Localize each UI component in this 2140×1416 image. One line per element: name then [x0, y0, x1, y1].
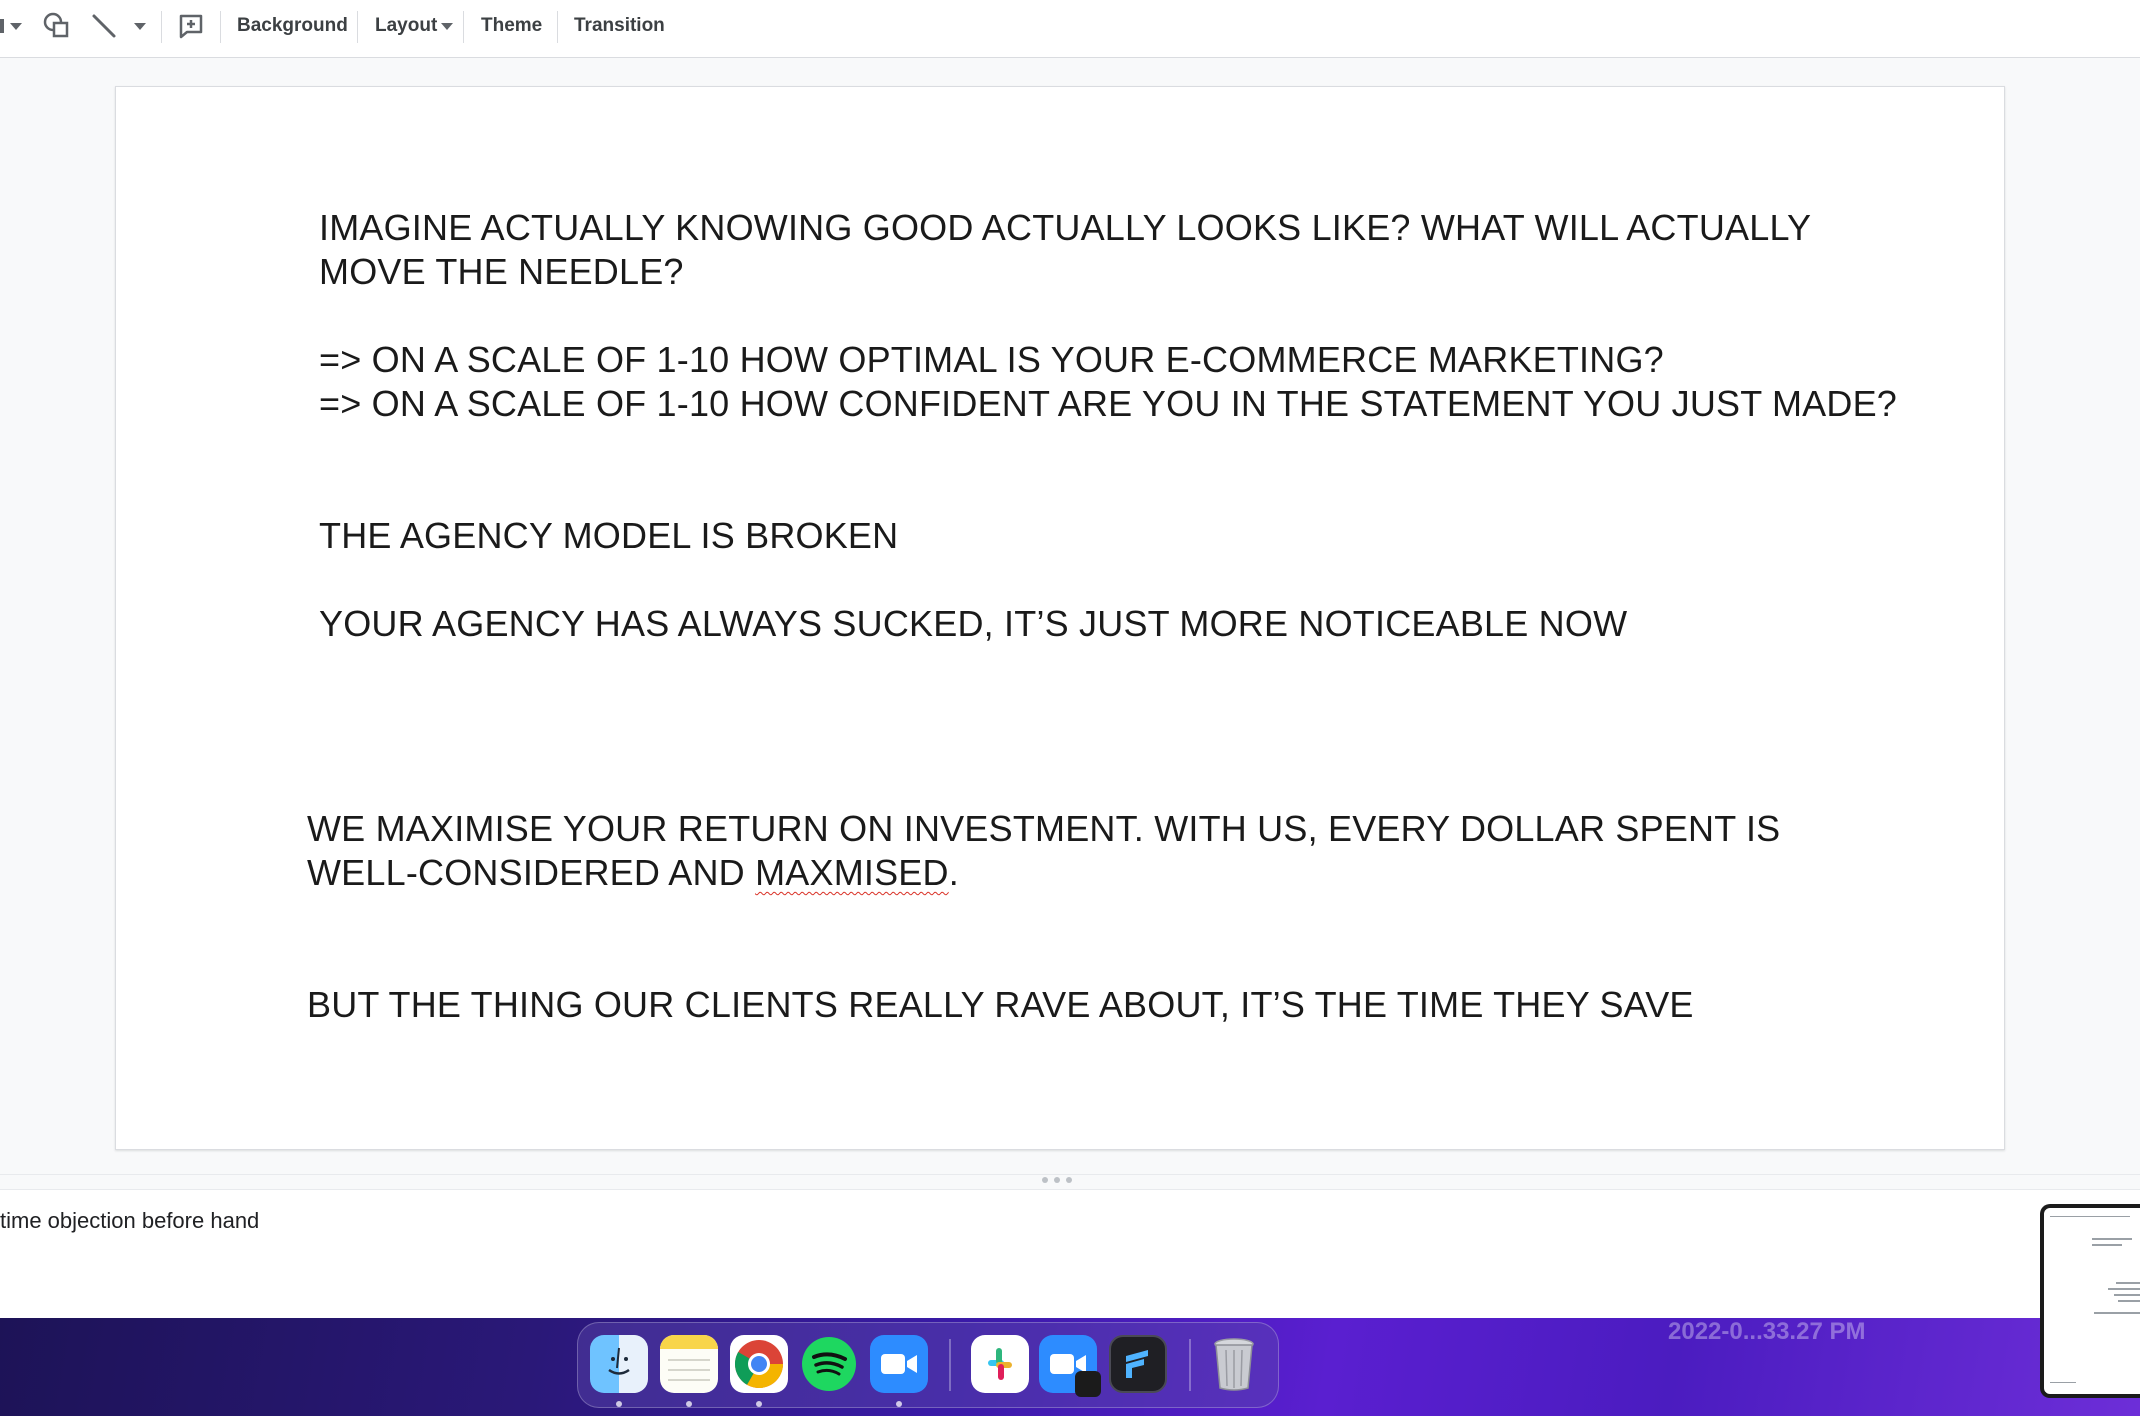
drag-handle-icon[interactable]: [1042, 1177, 1072, 1183]
toolbar-divider: [357, 11, 358, 43]
slide-text-line: IMAGINE ACTUALLY KNOWING GOOD ACTUALLY L…: [319, 207, 1812, 248]
slide-text-segment: WELL-CONSIDERED AND: [307, 852, 756, 893]
chrome-icon[interactable]: [730, 1335, 788, 1393]
transition-label: Transition: [574, 15, 665, 36]
slide-text-line: WELL-CONSIDERED AND MAXMISED.: [307, 851, 1957, 895]
screenshot-thumbnail[interactable]: [2040, 1204, 2140, 1398]
slide-text-line: WE MAXIMISE YOUR RETURN ON INVESTMENT. W…: [307, 808, 1781, 849]
dock-separator: [1189, 1339, 1191, 1391]
slide-text-line: => ON A SCALE OF 1-10 HOW CONFIDENT ARE …: [319, 383, 1898, 424]
finder-face-icon: [608, 1347, 630, 1375]
slide-text-line: YOUR AGENCY HAS ALWAYS SUCKED, IT’S JUST…: [319, 603, 1628, 644]
presenter-icon[interactable]: [1109, 1335, 1167, 1393]
speaker-notes-panel[interactable]: time objection before hand: [0, 1190, 2140, 1318]
slide-textbox-2[interactable]: WE MAXIMISE YOUR RETURN ON INVESTMENT. W…: [307, 807, 1957, 1027]
transition-button[interactable]: Transition: [574, 0, 665, 52]
running-indicator: [686, 1401, 692, 1407]
running-indicator: [896, 1401, 902, 1407]
running-indicator: [756, 1401, 762, 1407]
slides-toolbar: Background Layout Theme Transition: [0, 0, 2140, 58]
shape-tool-button[interactable]: [42, 0, 72, 52]
slide[interactable]: IMAGINE ACTUALLY KNOWING GOOD ACTUALLY L…: [115, 86, 2005, 1150]
background-button[interactable]: Background: [237, 0, 348, 52]
layout-button[interactable]: Layout: [375, 0, 454, 52]
video-camera-icon: [881, 1354, 917, 1374]
slide-text-line: => ON A SCALE OF 1-10 HOW OPTIMAL IS YOU…: [319, 339, 1664, 380]
theme-button[interactable]: Theme: [481, 0, 542, 52]
dock-separator: [949, 1339, 951, 1391]
add-comment-button[interactable]: [177, 0, 205, 52]
finder-icon[interactable]: [590, 1335, 648, 1393]
add-comment-icon: [179, 14, 203, 39]
dock: [577, 1322, 1279, 1408]
spotify-icon[interactable]: [800, 1335, 858, 1393]
trash-can-icon: [1214, 1338, 1254, 1391]
toolbar-divider: [161, 11, 162, 43]
layout-label: Layout: [375, 15, 438, 36]
presenter-logo-icon: [1126, 1350, 1148, 1378]
chevron-down-icon: [441, 22, 454, 30]
theme-label: Theme: [481, 15, 543, 36]
spotify-logo-icon: [802, 1337, 856, 1391]
toolbar-divider: [463, 11, 464, 43]
misspelled-word[interactable]: MAXMISED: [755, 852, 949, 893]
background-label: Background: [237, 15, 348, 36]
slide-text-segment: .: [948, 852, 959, 893]
shape-icon: [43, 12, 69, 38]
speaker-notes-text[interactable]: time objection before hand: [0, 1208, 259, 1234]
line-icon: [92, 14, 116, 38]
slide-text-line: THE AGENCY MODEL IS BROKEN: [319, 515, 899, 556]
line-options-dropdown[interactable]: [134, 0, 146, 52]
trash-icon[interactable]: [1205, 1335, 1263, 1393]
share-badge-icon: [1075, 1371, 1101, 1397]
chrome-logo-icon: [734, 1340, 783, 1389]
screenshot-file-label[interactable]: 2022-0...33.27 PM: [1668, 1318, 1865, 1346]
slide-text-line: BUT THE THING OUR CLIENTS REALLY RAVE AB…: [307, 984, 1694, 1025]
slide-textbox-1[interactable]: IMAGINE ACTUALLY KNOWING GOOD ACTUALLY L…: [319, 206, 1969, 646]
chevron-down-icon: [10, 22, 22, 30]
slack-icon[interactable]: [971, 1335, 1029, 1393]
running-indicator: [616, 1401, 622, 1407]
slack-logo-icon: [988, 1348, 1012, 1380]
line-tool-button[interactable]: [90, 0, 118, 52]
slide-text-line: MOVE THE NEEDLE?: [319, 251, 684, 292]
zoom-share-icon[interactable]: [1039, 1335, 1101, 1397]
select-tool-button[interactable]: [0, 0, 22, 52]
chevron-down-icon: [134, 22, 146, 30]
notes-icon[interactable]: [660, 1335, 718, 1393]
toolbar-divider: [557, 11, 558, 43]
zoom-icon[interactable]: [870, 1335, 928, 1393]
toolbar-divider: [220, 11, 221, 43]
